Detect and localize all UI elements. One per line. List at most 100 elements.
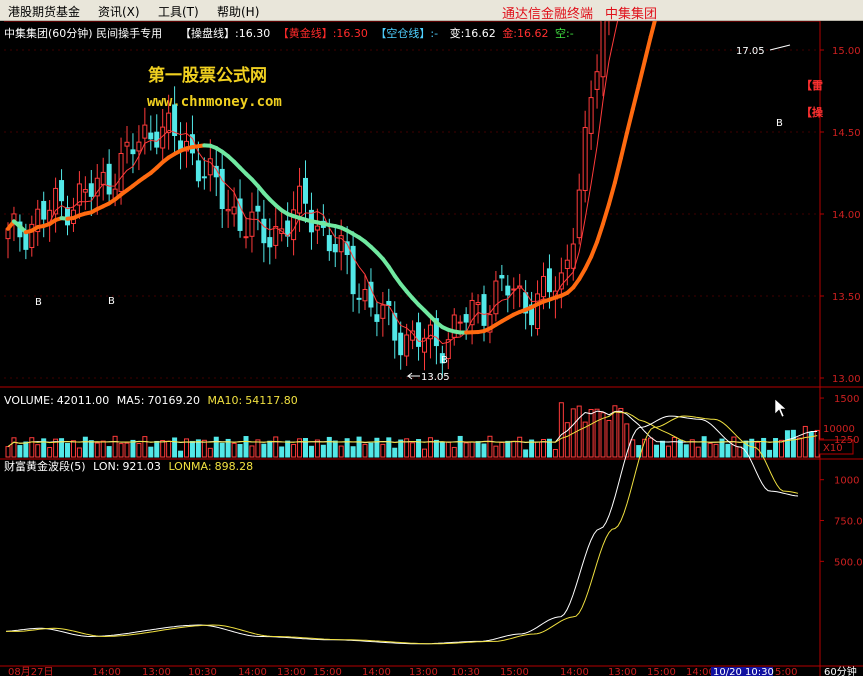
volume-bar: [178, 450, 184, 458]
indicator-axis: 1500 1250 1000 750.0 500.0: [820, 394, 863, 568]
candle-body: [118, 152, 124, 192]
candle-body: [243, 236, 249, 239]
volume-bar: [314, 439, 320, 458]
volume-bar: [368, 442, 374, 458]
candlesticks[interactable]: [5, 21, 819, 379]
price-tick-label: 14.50: [832, 128, 861, 139]
volume-bar: [386, 437, 392, 458]
candle-body: [564, 259, 570, 269]
volume-bar: [796, 437, 802, 458]
volume-bar: [630, 439, 636, 458]
volume-bar: [65, 443, 70, 458]
volume-bar: [124, 442, 130, 458]
menu-item-hk-futures[interactable]: 港股期货基金: [8, 3, 80, 20]
volume-bar: [511, 440, 517, 458]
price-tick-label: 13.50: [832, 292, 861, 303]
trade-line-segment: [618, 131, 629, 161]
volume-bar: [445, 441, 451, 458]
candle-body: [219, 168, 225, 210]
watermark-title: 第一股票公式网: [148, 65, 267, 86]
trade-line-segment: [624, 107, 635, 136]
volume-bar: [618, 407, 624, 458]
volume-bar: [505, 440, 511, 458]
candle-body: [356, 297, 362, 300]
high-price-label: 17.05: [736, 46, 765, 57]
volume-bar: [362, 443, 368, 458]
volume-bar: [11, 437, 17, 458]
volume-bar: [237, 444, 243, 458]
candle-body: [261, 218, 267, 244]
trade-line-segment: [636, 59, 647, 88]
candle-body: [195, 160, 201, 182]
volume-bar: [201, 439, 207, 458]
menu-item-tools[interactable]: 工具(T): [158, 3, 199, 20]
candle-body: [273, 226, 279, 246]
volume-bar: [219, 442, 225, 458]
volume-bar: [267, 440, 273, 458]
volume-bar: [731, 436, 737, 458]
volume-bar: [671, 436, 677, 458]
candle-body: [541, 275, 546, 298]
volume-bar: [70, 440, 76, 458]
volume-bar: [499, 441, 505, 458]
buy-markers: B B B B: [35, 118, 783, 366]
volume-bar: [392, 447, 398, 458]
candle-body: [546, 268, 552, 293]
trade-line-name: 【操盘线】: [180, 26, 235, 40]
gold-line-value: :16.30: [333, 27, 368, 40]
time-axis-label: 13:00: [409, 667, 438, 676]
volume-bar: [308, 445, 314, 458]
volume-bar: [457, 435, 463, 458]
volume-bar: [136, 443, 142, 458]
volume-bars[interactable]: [5, 402, 820, 458]
volume-bar: [654, 444, 660, 458]
indicator-lines-header: 【操盘线】:16.30 【黄金线】:16.30 【空仓线】:- 变:16.62 …: [180, 26, 574, 40]
price-tick-label: 15.00: [832, 46, 861, 57]
trade-line-value: :16.30: [235, 27, 270, 40]
candle-body: [499, 275, 505, 279]
candle-body: [59, 180, 65, 202]
volume-bar: [160, 440, 166, 458]
volume-bar: [148, 446, 154, 458]
time-axis-label: 08月27日: [8, 666, 53, 676]
volume-bar: [439, 441, 445, 458]
volume-bar: [790, 429, 796, 458]
menu-item-info[interactable]: 资讯(X): [98, 3, 140, 20]
volume-bar: [767, 449, 773, 458]
trade-line-segment: [606, 180, 617, 207]
volume-bar: [112, 435, 118, 458]
volume-bar: [154, 440, 160, 458]
watermark-url: www.chnmoney.com: [147, 94, 282, 110]
volume-bar: [213, 436, 219, 458]
thin-ma-line: [7, 21, 619, 345]
candle-body: [148, 132, 154, 140]
trade-line: [6, 21, 657, 335]
candle-body: [451, 314, 457, 338]
gold-name: 金:: [502, 26, 517, 40]
low-price-label: 13.05: [421, 372, 450, 383]
volume-bar: [802, 425, 808, 458]
indicator-tick-label: 750.0: [834, 517, 863, 528]
volume-bar: [320, 444, 326, 458]
candle-body: [142, 124, 148, 139]
menu-item-help[interactable]: 帮助(H): [217, 3, 259, 20]
chart-area[interactable]: 中集集团(60分钟) 民间操手专用 【操盘线】:16.30 【黄金线】:16.3…: [0, 21, 863, 676]
volume-bar: [493, 445, 499, 458]
candle-body: [100, 171, 106, 186]
volume-bar: [552, 449, 558, 458]
empty-name: 空:: [555, 26, 570, 40]
volume-bar: [350, 446, 356, 458]
volume-bar: [779, 439, 784, 458]
candle-body: [463, 314, 469, 323]
volume-bar: [166, 440, 172, 458]
candle-body: [231, 206, 237, 215]
trade-line-segment: [589, 239, 600, 259]
candle-body: [303, 177, 308, 204]
volume-bar: [701, 436, 707, 458]
volume-bar: [279, 446, 285, 458]
volume-bar: [172, 437, 178, 458]
empty-line-name: 【空仓线】: [375, 26, 430, 40]
volume-bar: [725, 443, 731, 458]
volume-bar: [410, 442, 416, 458]
volume-bar: [356, 436, 362, 458]
